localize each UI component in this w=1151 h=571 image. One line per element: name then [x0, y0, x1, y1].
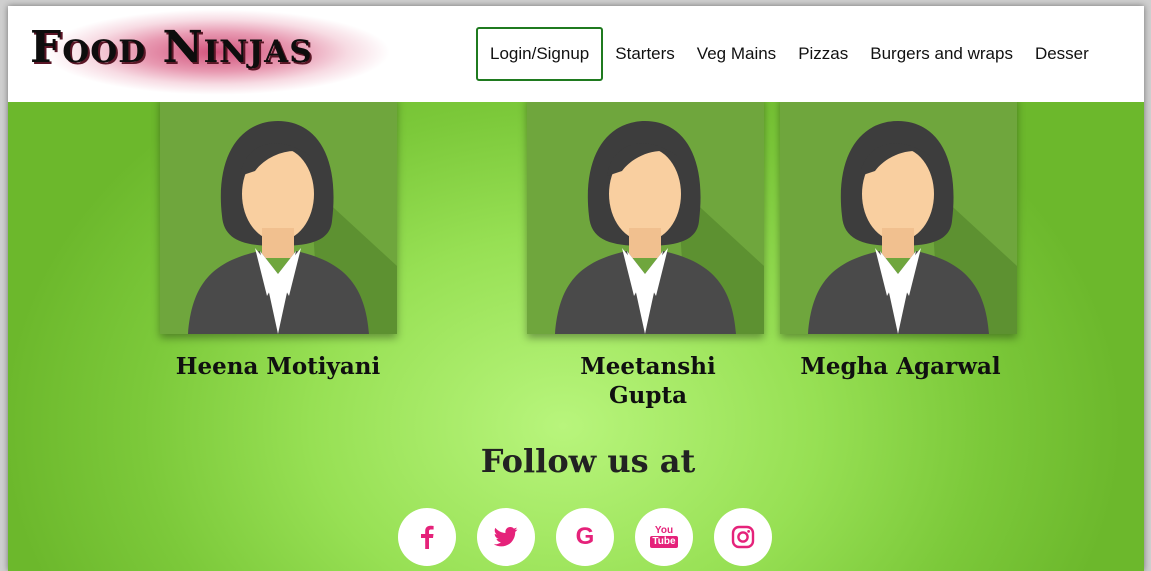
- login-signup-button[interactable]: Login/Signup: [476, 27, 604, 81]
- page: Food Ninjas Login/Signup Starters Veg Ma…: [8, 6, 1144, 571]
- social-links: G You Tube: [398, 508, 793, 566]
- youtube-text-bottom: Tube: [650, 536, 678, 548]
- logo[interactable]: Food Ninjas: [10, 6, 425, 102]
- avatar-image: [780, 96, 1017, 334]
- nav-links: Login/Signup Starters Veg Mains Pizzas B…: [476, 26, 1111, 82]
- avatar-image: [527, 96, 764, 334]
- team-photo-card: [527, 96, 764, 334]
- twitter-icon[interactable]: [477, 508, 535, 566]
- avatar-image: [160, 96, 397, 334]
- nav-link-pizzas[interactable]: Pizzas: [798, 44, 848, 64]
- instagram-icon[interactable]: [714, 508, 772, 566]
- member-name: Megha Agarwal: [800, 353, 1001, 380]
- nav-link-desserts[interactable]: Desser: [1035, 44, 1089, 64]
- facebook-icon[interactable]: [398, 508, 456, 566]
- nav-link-veg-mains[interactable]: Veg Mains: [697, 44, 776, 64]
- team-photo-card: [160, 96, 397, 334]
- youtube-text-top: You: [654, 525, 674, 536]
- nav-link-starters[interactable]: Starters: [615, 44, 675, 64]
- top-navbar: Food Ninjas Login/Signup Starters Veg Ma…: [8, 6, 1144, 102]
- follow-heading: Follow us at: [480, 442, 696, 480]
- member-name: Heena Motiyani: [175, 353, 381, 380]
- logo-text: Food Ninjas: [30, 22, 313, 73]
- nav-link-burgers-wraps[interactable]: Burgers and wraps: [870, 44, 1013, 64]
- google-icon[interactable]: G: [556, 508, 614, 566]
- team-photo-card: [780, 96, 1017, 334]
- youtube-icon[interactable]: You Tube: [635, 508, 693, 566]
- member-name: Meetanshi Gupta: [580, 353, 716, 409]
